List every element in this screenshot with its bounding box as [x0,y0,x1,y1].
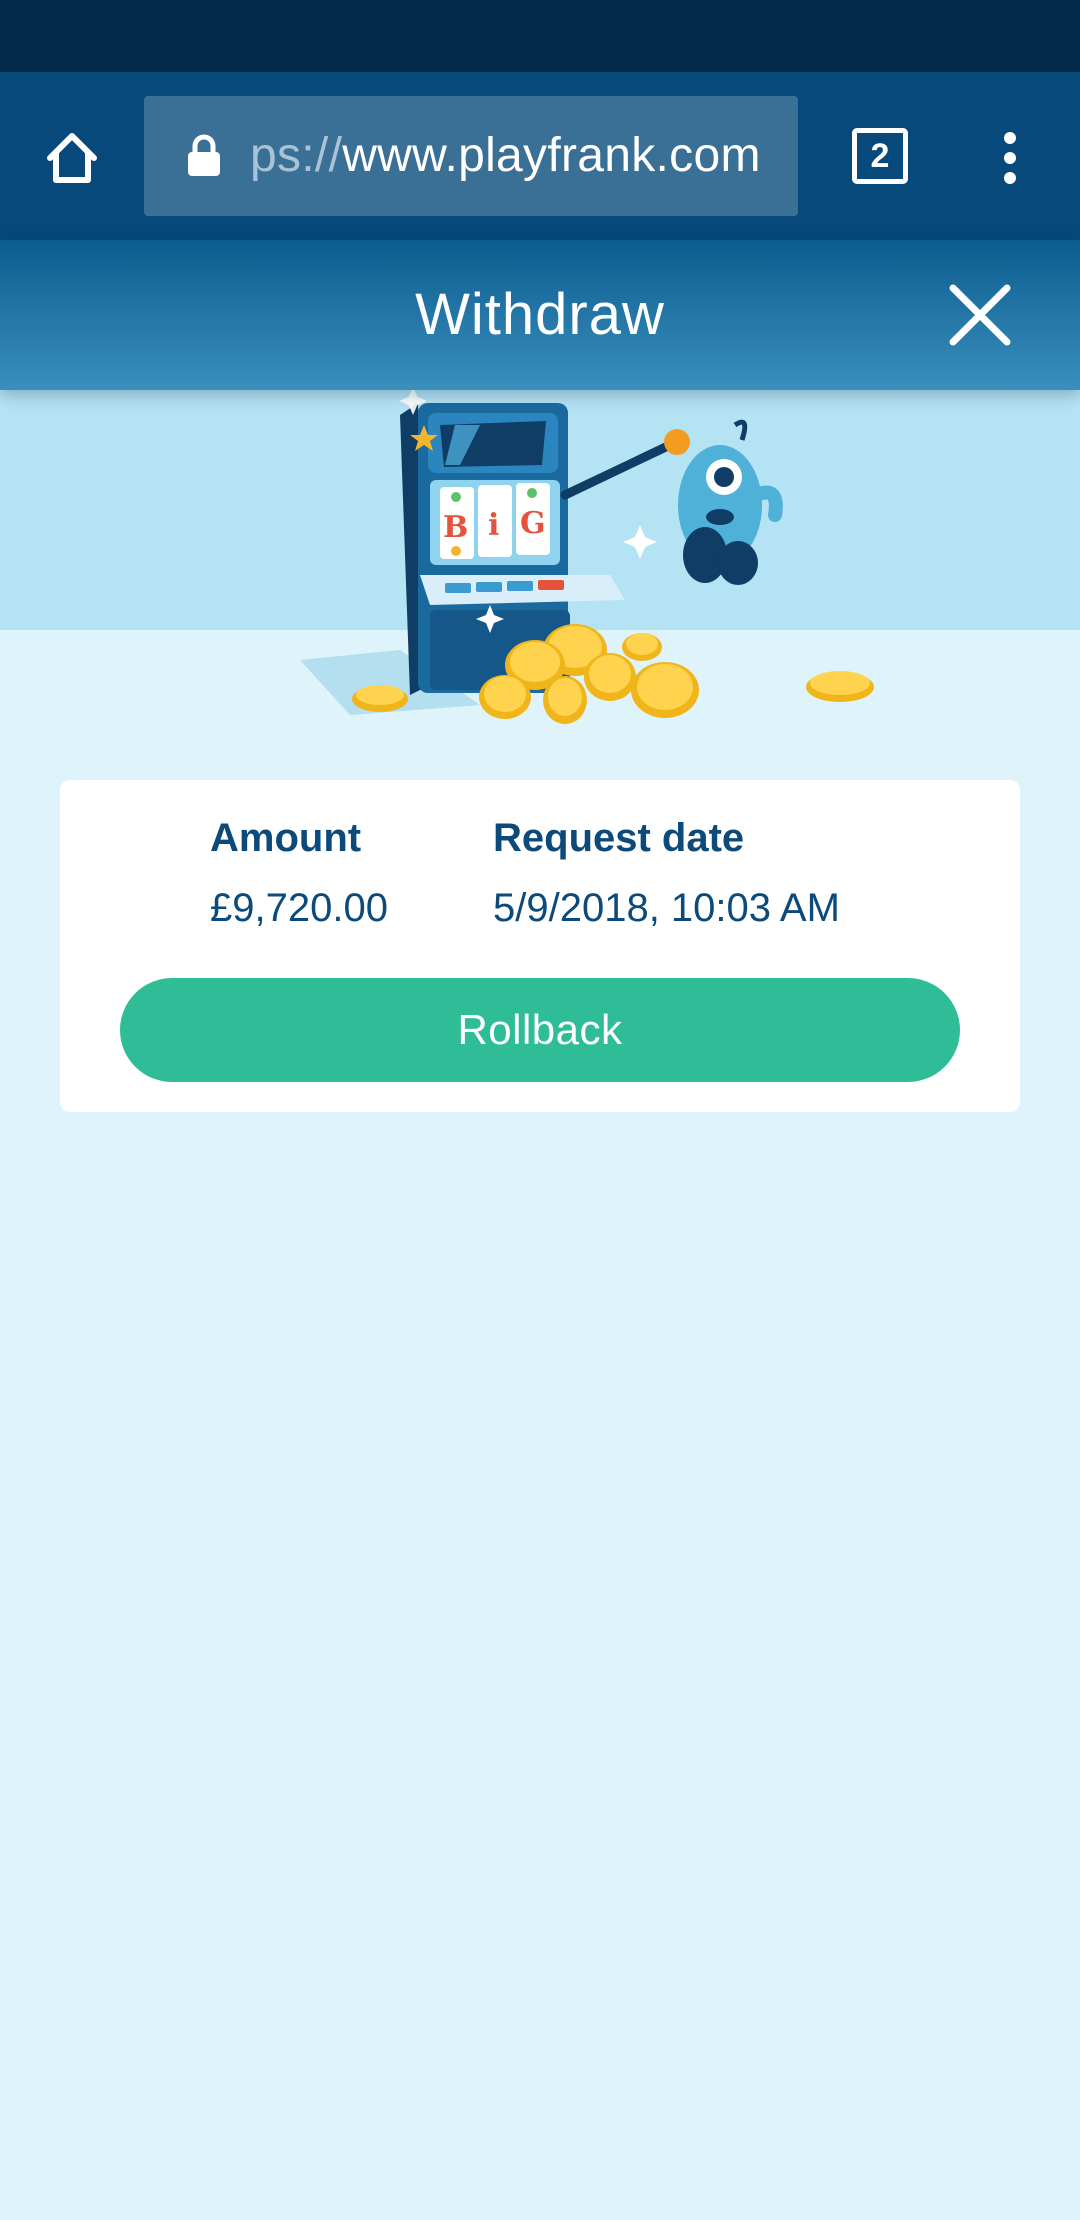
svg-text:i: i [488,508,499,543]
reel-text: B [443,510,468,545]
status-bar [0,0,1080,72]
url-host: www.playfrank.com [342,129,761,182]
amount-value: £9,720.00 [210,886,388,930]
amount-label: Amount [210,816,362,860]
lock-icon [188,134,220,176]
rollback-button[interactable]: Rollback [120,978,960,1082]
home-icon [47,133,97,183]
page-header: Withdraw [0,240,1080,390]
request-date-value: 5/9/2018, 10:03 AM [493,886,840,930]
url-text: ps://www.playfrank.com [250,96,761,216]
page-title: Withdraw [415,282,665,347]
browser-toolbar: ps://www.playfrank.com 2 [0,72,1080,240]
close-icon[interactable] [945,280,1015,350]
url-scheme: ps:// [250,129,343,182]
tab-count: 2 [870,136,890,175]
more-vert-icon[interactable] [990,130,1030,186]
tab-switcher-button[interactable]: 2 [852,128,908,184]
slot-machine-illustration: B i G [300,387,874,724]
svg-text:G: G [520,506,546,541]
request-date-label: Request date [493,816,745,860]
home-button[interactable] [36,122,108,194]
withdrawal-card: Amount £9,720.00 Request date 5/9/2018, … [60,780,1020,1112]
address-bar[interactable]: ps://www.playfrank.com [144,96,798,216]
